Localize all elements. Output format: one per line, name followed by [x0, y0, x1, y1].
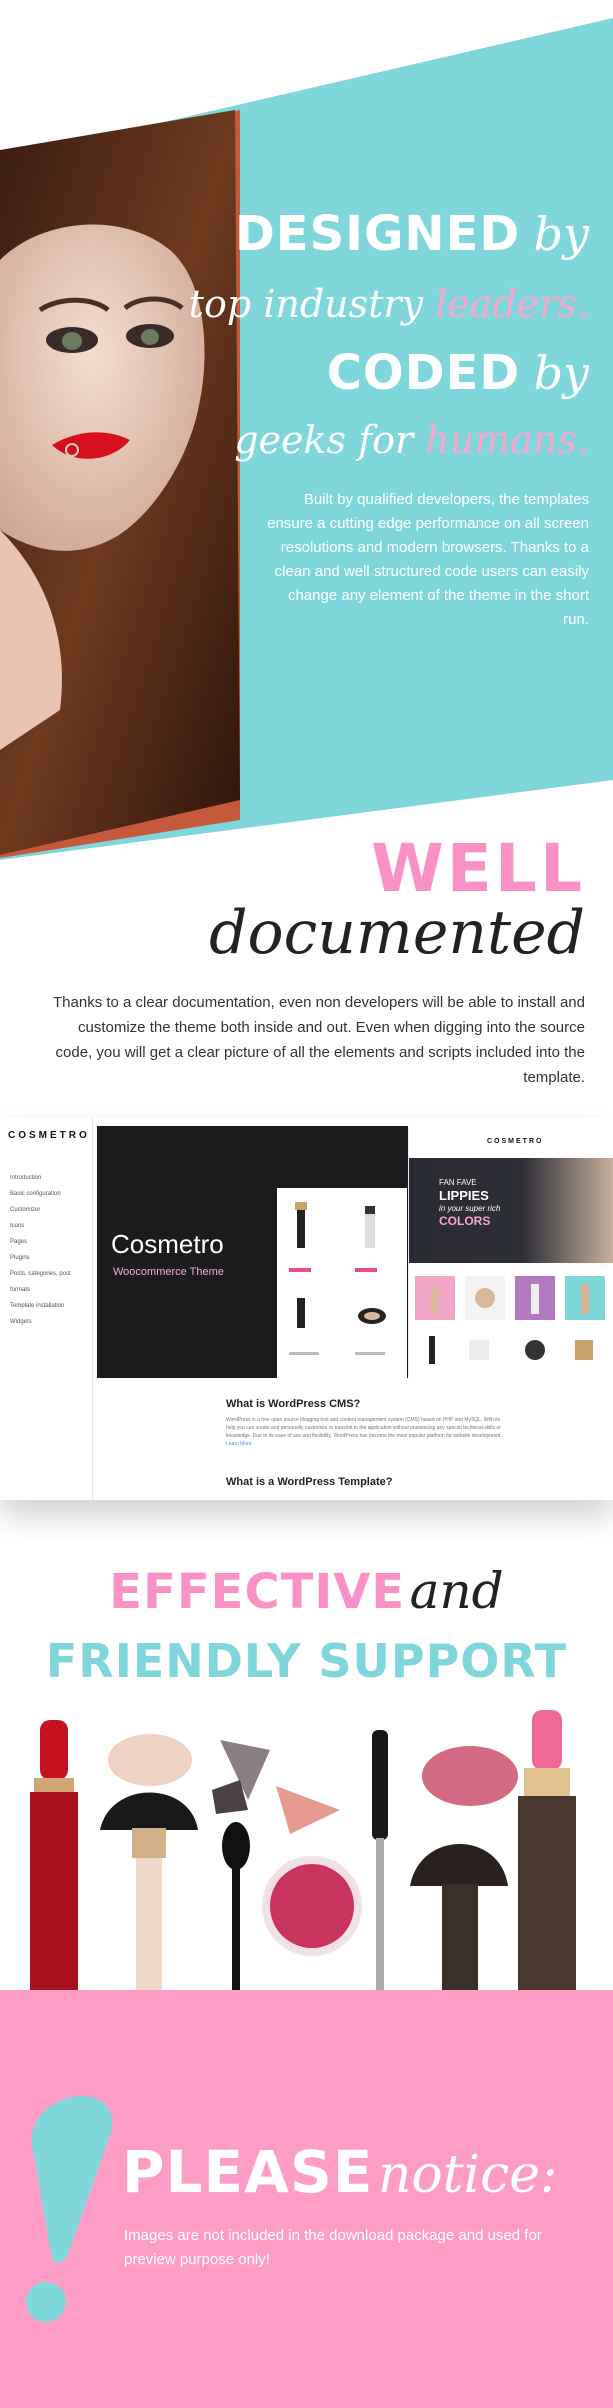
doc-logo: COSMETRO [8, 1130, 90, 1141]
doc-hero-subtitle: Woocommerce Theme [113, 1266, 224, 1278]
notice-title: PLEASE notice: [122, 2138, 558, 2206]
cosmetics-image [30, 1710, 576, 1992]
product-thumbnails [289, 1202, 386, 1355]
doc-heading-2: What is a WordPress Template? [226, 1476, 393, 1488]
hero-headline-4: geeks for humans. [234, 418, 589, 462]
product-preview-card [277, 1188, 407, 1378]
doc-menu-item[interactable]: Introduction [10, 1170, 92, 1186]
documentation-title-italic: documented [209, 898, 585, 968]
documentation-screenshot: COSMETRO Introduction Basic configuratio… [0, 1118, 613, 1500]
doc-menu-item[interactable]: Posts, categories, post formats [10, 1266, 92, 1298]
hero-headline-1: DESIGNED by [234, 206, 589, 262]
doc-menu-item[interactable]: Plugins [10, 1250, 92, 1266]
exclamation-icon [26, 2096, 113, 2322]
doc-menu-item[interactable]: Template installation [10, 1298, 92, 1314]
documentation-paragraph: Thanks to a clear documentation, even no… [53, 994, 585, 1086]
banner-text: LIPPIES [439, 1188, 489, 1203]
notice-paragraph: Images are not included in the download … [124, 2227, 542, 2268]
store-logo: COSMETRO [487, 1138, 544, 1145]
hero-headline-2: top industry leaders. [188, 282, 589, 326]
banner-text: in your super rich [439, 1204, 501, 1213]
doc-paragraph: WordPress is a free open source blogging… [226, 1416, 506, 1448]
doc-menu-item[interactable]: Pages [10, 1234, 92, 1250]
support-headline-2: FRIENDLY SUPPORT [45, 1634, 568, 1688]
doc-menu-item[interactable]: Icons [10, 1218, 92, 1234]
doc-menu: Introduction Basic configuration Customi… [10, 1170, 92, 1330]
notice-section: PLEASE notice: Images are not included i… [0, 1990, 613, 2408]
doc-sidebar: COSMETRO Introduction Basic configuratio… [0, 1118, 93, 1500]
doc-menu-item[interactable]: Basic configuration [10, 1186, 92, 1202]
store-product-grid [415, 1276, 605, 1364]
model-portrait-image [0, 110, 240, 855]
storefront-preview: COSMETRO FAN FAVE LIPPIES in your super … [408, 1126, 613, 1378]
doc-heading-1: What is WordPress CMS? [226, 1398, 361, 1410]
documentation-title-caps: WELL [371, 830, 585, 907]
lipstick-red-tip [40, 1720, 68, 1780]
hero-section: DESIGNED by top industry leaders. CODED … [0, 0, 613, 860]
doc-menu-item[interactable]: Widgets [10, 1314, 92, 1330]
hero-headline-3: CODED by [326, 345, 589, 401]
banner-text: FAN FAVE [439, 1178, 477, 1187]
support-headline-1: EFFECTIVE and [109, 1562, 504, 1620]
documentation-section: WELL documented Thanks to a clear docume… [0, 830, 613, 1100]
doc-menu-item[interactable]: Customizer [10, 1202, 92, 1218]
hero-paragraph: Built by qualified developers, the templ… [267, 491, 589, 628]
banner-text: COLORS [439, 1214, 491, 1228]
doc-hero-title: Cosmetro [111, 1229, 224, 1259]
store-banner: FAN FAVE LIPPIES in your super rich COLO… [409, 1158, 613, 1263]
doc-hero-dark-panel: Cosmetro Woocommerce Theme [97, 1126, 409, 1378]
doc-read-more-link[interactable]: Learn More [226, 1440, 506, 1448]
